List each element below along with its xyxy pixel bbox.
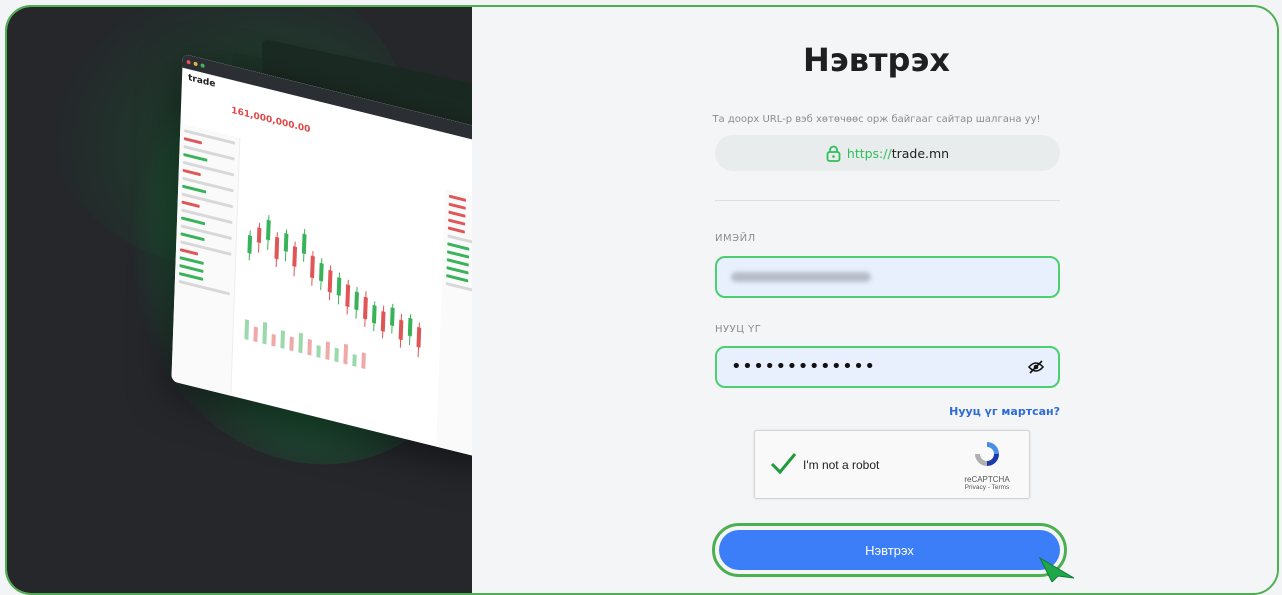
submit-button-highlight: Нэвтрэх [712,523,1067,577]
page-title: Нэвтрэх [802,41,951,79]
lock-icon [826,145,841,162]
window-min-dot [193,61,198,67]
email-label: ИМЭЙЛ [715,233,756,244]
login-button[interactable]: Нэвтрэх [719,530,1060,570]
window-close-dot [186,59,191,65]
cursor-arrow-icon [1038,556,1075,582]
window-max-dot [200,63,205,69]
email-value-redacted [731,272,871,282]
checkmark-icon[interactable] [769,449,797,477]
recaptcha-icon [975,442,999,466]
url-host: trade.mn [891,145,950,161]
eye-icon[interactable] [1028,360,1044,374]
recaptcha-links[interactable]: Privacy - Terms [957,484,1017,491]
password-label: НУУЦ ҮГ [715,324,762,335]
url-badge: https://trade.mn [715,135,1060,171]
promo-panel: trade 161,000,000.00 [7,7,472,593]
url-protocol: https:// [846,145,892,161]
app-preview-orderbook [436,188,472,461]
url-verify-hint: Та доорх URL-р вэб хөтөчөөс орж байгааг … [712,114,1041,125]
email-field[interactable] [715,256,1060,298]
recaptcha-logo: reCAPTCHA Privacy - Terms [957,439,1017,491]
app-preview-logo: trade [187,73,216,90]
divider [715,200,1060,201]
login-frame: trade 161,000,000.00 Нэвтрэх Та доорх UR… [5,5,1279,595]
app-preview-sidebar [171,123,241,396]
forgot-password-link[interactable]: Нууц үг мартсан? [949,405,1060,418]
app-preview-price: 161,000,000.00 [231,105,311,136]
recaptcha-label: I'm not a robot [803,458,880,472]
login-panel: Нэвтрэх Та доорх URL-р вэб хөтөчөөс орж … [472,7,1277,593]
app-preview-candlestick-chart [244,215,422,370]
recaptcha-brand: reCAPTCHA [964,475,1010,484]
recaptcha-widget[interactable]: I'm not a robot reCAPTCHA Privacy - Term… [754,430,1030,499]
password-value: ••••••••••••• [731,356,876,377]
password-field[interactable]: ••••••••••••• [715,346,1060,388]
